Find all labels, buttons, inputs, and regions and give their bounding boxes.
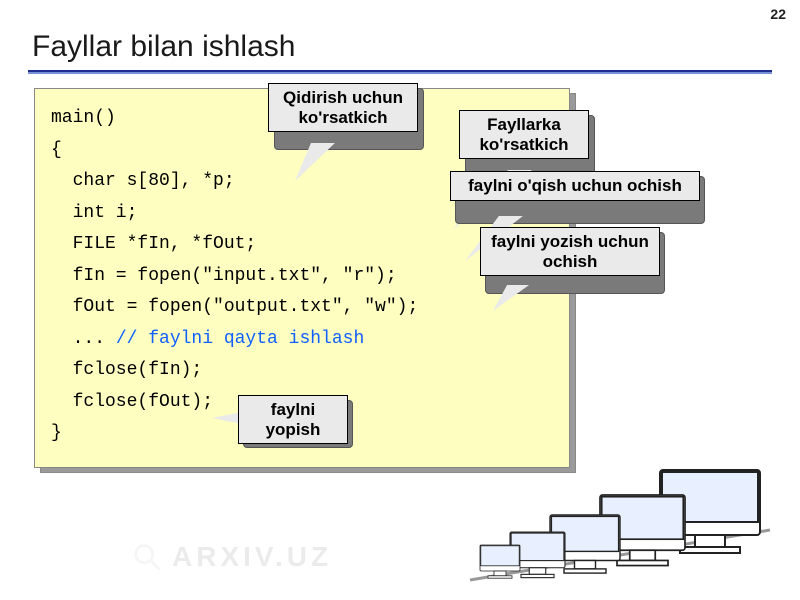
code-line: { [51,140,62,160]
decorative-monitors [460,460,780,600]
watermark: ARXIV.UZ [130,540,332,574]
callout-open-read: faylni o'qish uchun ochish [450,171,700,201]
callout-file-pointer: Fayllarka ko'rsatkich [459,110,589,159]
code-line: char s[80], *p; [51,171,235,191]
code-line: int i; [51,203,137,223]
code-line: fIn = fopen("input.txt", "r"); [51,266,397,286]
code-line: fclose(fOut); [51,392,213,412]
callout-close-file: faylni yopish [238,395,348,444]
code-line: ... [51,329,116,349]
callout-open-write: faylni yozish uchun ochish [480,227,660,276]
code-line: } [51,423,62,443]
page-number: 22 [770,6,786,22]
callout-search-pointer: Qidirish uchun ko'rsatkich [268,83,418,132]
title-underline [28,70,772,74]
code-line: fclose(fIn); [51,360,202,380]
slide-title: Fayllar bilan ishlash [32,30,295,64]
code-line: FILE *fIn, *fOut; [51,234,256,254]
code-comment: // faylni qayta ishlash [116,329,364,349]
code-line: main() [51,108,116,128]
code-line: fOut = fopen("output.txt", "w"); [51,297,418,317]
